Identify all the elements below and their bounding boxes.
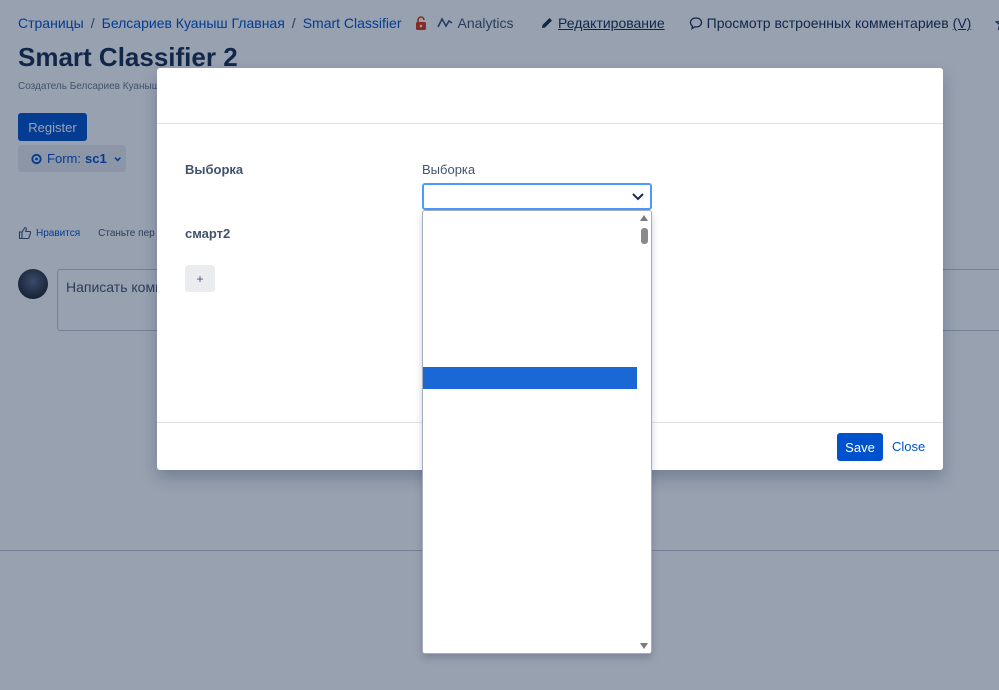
dropdown-option[interactable] bbox=[423, 433, 638, 455]
dropdown-option[interactable] bbox=[423, 301, 638, 323]
dropdown-option[interactable] bbox=[423, 543, 638, 565]
dropdown-option[interactable] bbox=[423, 213, 638, 235]
dropdown-option[interactable] bbox=[423, 323, 638, 345]
dropdown-option[interactable] bbox=[423, 631, 638, 653]
dropdown-option[interactable] bbox=[423, 477, 638, 499]
dropdown-option[interactable] bbox=[423, 345, 638, 367]
dropdown-scrollbar[interactable] bbox=[637, 211, 651, 653]
dropdown-option[interactable] bbox=[423, 367, 638, 389]
scroll-up-arrow-icon[interactable] bbox=[640, 215, 648, 221]
dropdown-option[interactable] bbox=[423, 565, 638, 587]
dropdown-option[interactable] bbox=[423, 279, 638, 301]
save-button[interactable]: Save bbox=[837, 433, 883, 461]
modal-header bbox=[157, 68, 943, 124]
dropdown-option[interactable] bbox=[423, 499, 638, 521]
dropdown-option[interactable] bbox=[423, 609, 638, 631]
add-row-button[interactable]: + bbox=[185, 265, 215, 292]
dropdown-option[interactable] bbox=[423, 389, 638, 411]
close-button[interactable]: Close bbox=[892, 439, 925, 454]
dropdown-option[interactable] bbox=[423, 235, 638, 257]
vyborka-select[interactable] bbox=[422, 183, 652, 210]
dropdown-option[interactable] bbox=[423, 587, 638, 609]
scroll-thumb[interactable] bbox=[641, 228, 648, 244]
select-dropdown-list[interactable] bbox=[422, 210, 652, 654]
select-label: Выборка bbox=[422, 162, 476, 177]
scroll-down-arrow-icon[interactable] bbox=[640, 643, 648, 649]
dropdown-option[interactable] bbox=[423, 521, 638, 543]
field-label-smart2: смарт2 bbox=[185, 226, 231, 241]
dropdown-option[interactable] bbox=[423, 257, 638, 279]
dropdown-option[interactable] bbox=[423, 411, 638, 433]
chevron-down-icon bbox=[632, 193, 644, 201]
dropdown-option[interactable] bbox=[423, 455, 638, 477]
field-label-vyborka: Выборка bbox=[185, 162, 244, 177]
